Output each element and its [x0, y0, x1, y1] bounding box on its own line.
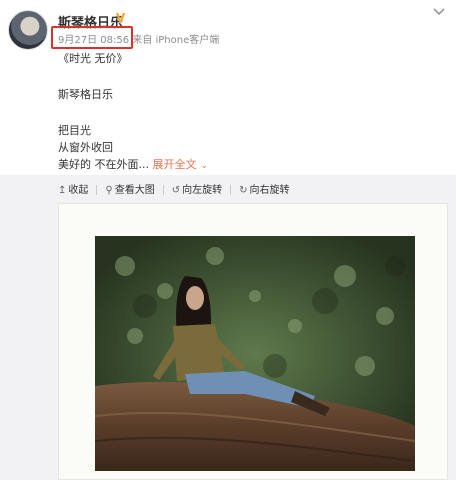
- expand-full-text-link[interactable]: 展开全文: [153, 158, 197, 171]
- divider: [230, 185, 232, 195]
- highlight-box: [51, 26, 133, 49]
- post-title-line: 《时光 无价》: [58, 52, 128, 65]
- rotate-left-button[interactable]: ↺ 向左旋转: [172, 181, 222, 196]
- view-large-button[interactable]: ⚲ 查看大图: [105, 181, 154, 196]
- post-text-line: 从窗外收回: [58, 141, 113, 154]
- avatar[interactable]: [8, 10, 48, 50]
- collapse-icon: ↥: [58, 185, 67, 196]
- post-source: 来自 iPhone客户端: [132, 35, 220, 46]
- post-text-line: 美好的 不在外面... 展开全文 ⌄: [58, 156, 208, 172]
- rotate-right-icon: ↻: [239, 185, 248, 196]
- magnifier-icon: ⚲: [105, 185, 113, 196]
- post-name-line: 斯琴格日乐: [58, 88, 113, 101]
- media-toolbar: ↥ 收起 ⚲ 查看大图 ↺ 向左旋转 ↻ 向右旋转: [58, 181, 298, 196]
- rotate-right-button[interactable]: ↻ 向右旋转: [239, 181, 289, 196]
- weibo-post: 斯琴格日乐 V 9月27日 08:56 来自 iPhone客户端 《时光 无价》…: [0, 0, 456, 480]
- rotate-left-icon: ↺: [171, 185, 181, 196]
- post-text-truncated: 美好的 不在外面...: [58, 158, 149, 171]
- divider: [162, 185, 164, 195]
- post-photo[interactable]: [95, 236, 415, 471]
- media-panel: ↥ 收起 ⚲ 查看大图 ↺ 向左旋转 ↻ 向右旋转: [0, 175, 456, 480]
- post-text-line: 把目光: [58, 124, 91, 137]
- chevron-down-icon[interactable]: [432, 4, 446, 18]
- verified-v-icon: V: [116, 11, 126, 25]
- divider: [96, 185, 98, 195]
- chevron-down-icon[interactable]: ⌄: [201, 161, 209, 171]
- collapse-button[interactable]: ↥ 收起: [58, 181, 88, 196]
- polaroid-frame: [58, 203, 448, 480]
